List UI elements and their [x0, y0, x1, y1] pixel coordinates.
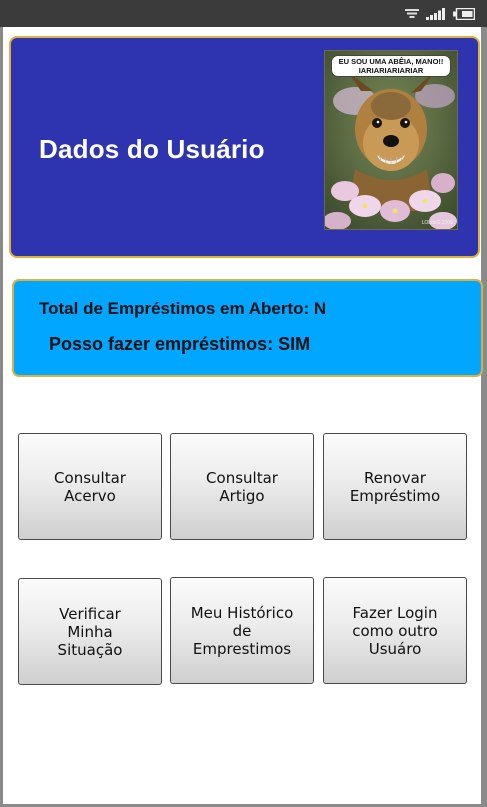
user-header-panel: Dados do Usuário EU SOU UMA ABÊIA, MANO!… — [9, 36, 480, 258]
avatar-credit: LOLdoG 2009 — [421, 220, 453, 226]
login-other-user-button[interactable]: Fazer Login como outro Usuáro — [323, 577, 467, 684]
renew-loan-button[interactable]: Renovar Empréstimo — [323, 433, 467, 540]
wifi-icon — [405, 8, 419, 18]
avatar-caption: EU SOU UMA ABÊIA, MANO!! IARIARIARIARIAR — [331, 55, 451, 77]
window-frame-right — [481, 27, 487, 807]
check-status-button[interactable]: Verificar Minha Situação — [18, 578, 162, 685]
battery-icon — [453, 7, 475, 20]
loan-info-panel: Total de Empréstimos em Aberto: N Posso … — [12, 279, 483, 377]
user-header-title: Dados do Usuário — [39, 134, 265, 164]
loan-history-button[interactable]: Meu Histórico de Emprestimos — [170, 577, 314, 684]
window-frame-left — [0, 27, 3, 807]
avatar-caption-line2: IARIARIARIARIAR — [358, 66, 424, 75]
consult-article-button[interactable]: Consultar Artigo — [170, 433, 314, 540]
consult-collection-button[interactable]: Consultar Acervo — [18, 433, 162, 540]
status-icons — [405, 5, 475, 22]
total-open-loans-text: Total de Empréstimos em Aberto: N — [39, 299, 327, 318]
signal-icon — [426, 7, 445, 20]
avatar: EU SOU UMA ABÊIA, MANO!! IARIARIARIARIAR… — [324, 50, 458, 230]
status-bar — [0, 0, 487, 27]
can-borrow-text: Posso fazer empréstimos: SIM — [49, 334, 311, 354]
avatar-caption-line1: EU SOU UMA ABÊIA, MANO!! — [338, 57, 444, 66]
dog-photo — [325, 51, 457, 229]
